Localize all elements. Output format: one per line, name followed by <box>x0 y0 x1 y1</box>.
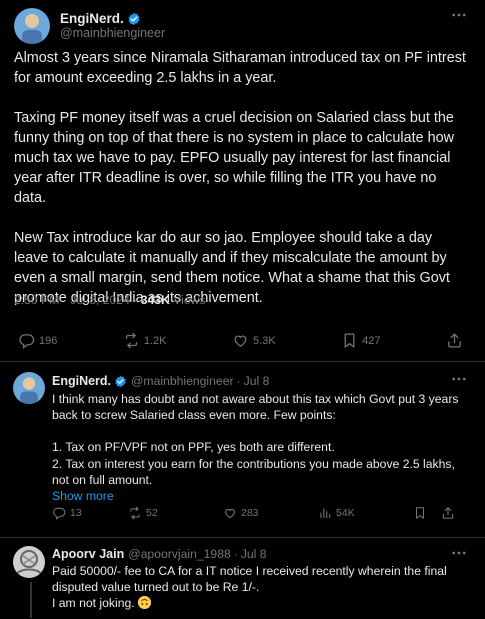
reply-paragraph: I think many has doubt and not aware abo… <box>52 392 459 423</box>
share-button[interactable] <box>441 506 455 520</box>
reply-paragraph: 1. Tax on PF/VPF not on PPF, yes both ar… <box>52 440 335 455</box>
reply-paragraph: 2. Tax on interest you earn for the cont… <box>52 456 455 487</box>
bookmark-icon <box>415 507 425 519</box>
reply-header: EngiNerd. @mainbhiengineer · Jul 8 <box>52 374 269 388</box>
avatar-image <box>14 8 50 44</box>
tweet-time[interactable]: 2:50 PM <box>14 293 59 307</box>
reply-button[interactable]: 196 <box>18 332 57 349</box>
repost-count: 52 <box>146 507 158 519</box>
share-icon <box>448 333 461 348</box>
reply-header: Apoorv Jain @apoorvjain_1988 · Jul 8 <box>52 547 267 561</box>
reply-button[interactable]: 13 <box>52 506 128 520</box>
tweet-date[interactable]: Jul 8, 2024 <box>70 293 130 307</box>
more-options-icon[interactable] <box>450 370 468 388</box>
view-count: 343K <box>140 293 170 307</box>
view-count: 54K <box>336 507 355 519</box>
repost-icon <box>130 506 140 520</box>
tweet-meta: 2:50 PM · Jul 8, 2024 · 343K Views <box>14 293 206 307</box>
reply-actions: 13 52 283 54K <box>52 506 467 520</box>
bookmark-button[interactable]: 427 <box>341 332 381 349</box>
separator: · <box>133 293 138 307</box>
reply-text: I think many has doubt and not aware abo… <box>52 391 472 504</box>
like-count: 283 <box>241 507 259 519</box>
tweet-actions: 196 1.2K 5.3K 427 <box>18 332 463 349</box>
author-handle[interactable]: @mainbhiengineer <box>131 374 234 388</box>
tweet-paragraph: Taxing PF money itself was a cruel decis… <box>14 110 454 206</box>
verified-badge-icon <box>115 375 126 387</box>
avatar[interactable] <box>14 8 50 44</box>
show-more-link[interactable]: Show more <box>52 488 472 504</box>
share-button[interactable] <box>446 332 463 349</box>
reply-tweet[interactable]: Apoorv Jain @apoorvjain_1988 · Jul 8 Pai… <box>0 538 485 618</box>
bookmark-button[interactable] <box>413 506 441 520</box>
author-name[interactable]: EngiNerd. <box>60 11 124 26</box>
reply-icon <box>19 334 35 349</box>
upside-down-face-emoji-icon <box>138 596 152 610</box>
views-label: Views <box>173 293 206 307</box>
like-button[interactable]: 5.3K <box>232 332 276 349</box>
avatar-image <box>13 372 45 404</box>
like-count: 5.3K <box>253 334 276 347</box>
tweet-text: Almost 3 years since Niramala Sitharaman… <box>14 48 470 328</box>
avatar-image <box>13 546 45 578</box>
repost-count: 1.2K <box>143 334 167 347</box>
tweet-paragraph: Almost 3 years since Niramala Sitharaman… <box>14 50 466 86</box>
share-icon <box>442 507 454 519</box>
like-button[interactable]: 283 <box>223 506 318 520</box>
more-options-icon[interactable] <box>450 6 468 24</box>
reply-date[interactable]: Jul 8 <box>241 547 267 561</box>
verified-badge-icon <box>128 12 140 25</box>
bookmark-icon <box>344 333 355 348</box>
reply-date[interactable]: Jul 8 <box>244 374 270 388</box>
reply-paragraph: Paid 50000/- fee to CA for a IT notice I… <box>52 564 447 595</box>
separator: · <box>233 547 238 561</box>
author-handle[interactable]: @mainbhiengineer <box>60 26 165 41</box>
repost-button[interactable]: 52 <box>128 506 223 520</box>
repost-button[interactable]: 1.2K <box>123 332 167 349</box>
analytics-icon <box>320 508 331 519</box>
reply-line: I am not joking. <box>52 596 135 611</box>
reply-icon <box>53 507 66 520</box>
repost-icon <box>125 332 137 349</box>
views-button[interactable]: 54K <box>318 506 413 520</box>
avatar[interactable] <box>13 546 45 578</box>
author-name[interactable]: Apoorv Jain <box>52 547 124 561</box>
thread-line <box>30 582 32 618</box>
more-options-icon[interactable] <box>450 544 468 562</box>
avatar[interactable] <box>13 372 45 404</box>
reply-paragraph: I am not joking. <box>52 595 472 611</box>
tweet-header: EngiNerd. @mainbhiengineer <box>14 8 165 44</box>
main-tweet: EngiNerd. @mainbhiengineer Almost 3 year… <box>0 0 485 362</box>
bookmark-count: 427 <box>362 334 381 347</box>
reply-count: 196 <box>39 334 58 347</box>
reply-tweet[interactable]: EngiNerd. @mainbhiengineer · Jul 8 I thi… <box>0 362 485 538</box>
separator: · <box>62 293 67 307</box>
reply-text: Paid 50000/- fee to CA for a IT notice I… <box>52 563 472 612</box>
separator: · <box>236 374 241 388</box>
heart-icon <box>225 508 235 519</box>
author-handle[interactable]: @apoorvjain_1988 <box>128 547 231 561</box>
heart-icon <box>234 335 247 347</box>
author-name[interactable]: EngiNerd. <box>52 374 111 388</box>
reply-count: 13 <box>70 507 82 519</box>
